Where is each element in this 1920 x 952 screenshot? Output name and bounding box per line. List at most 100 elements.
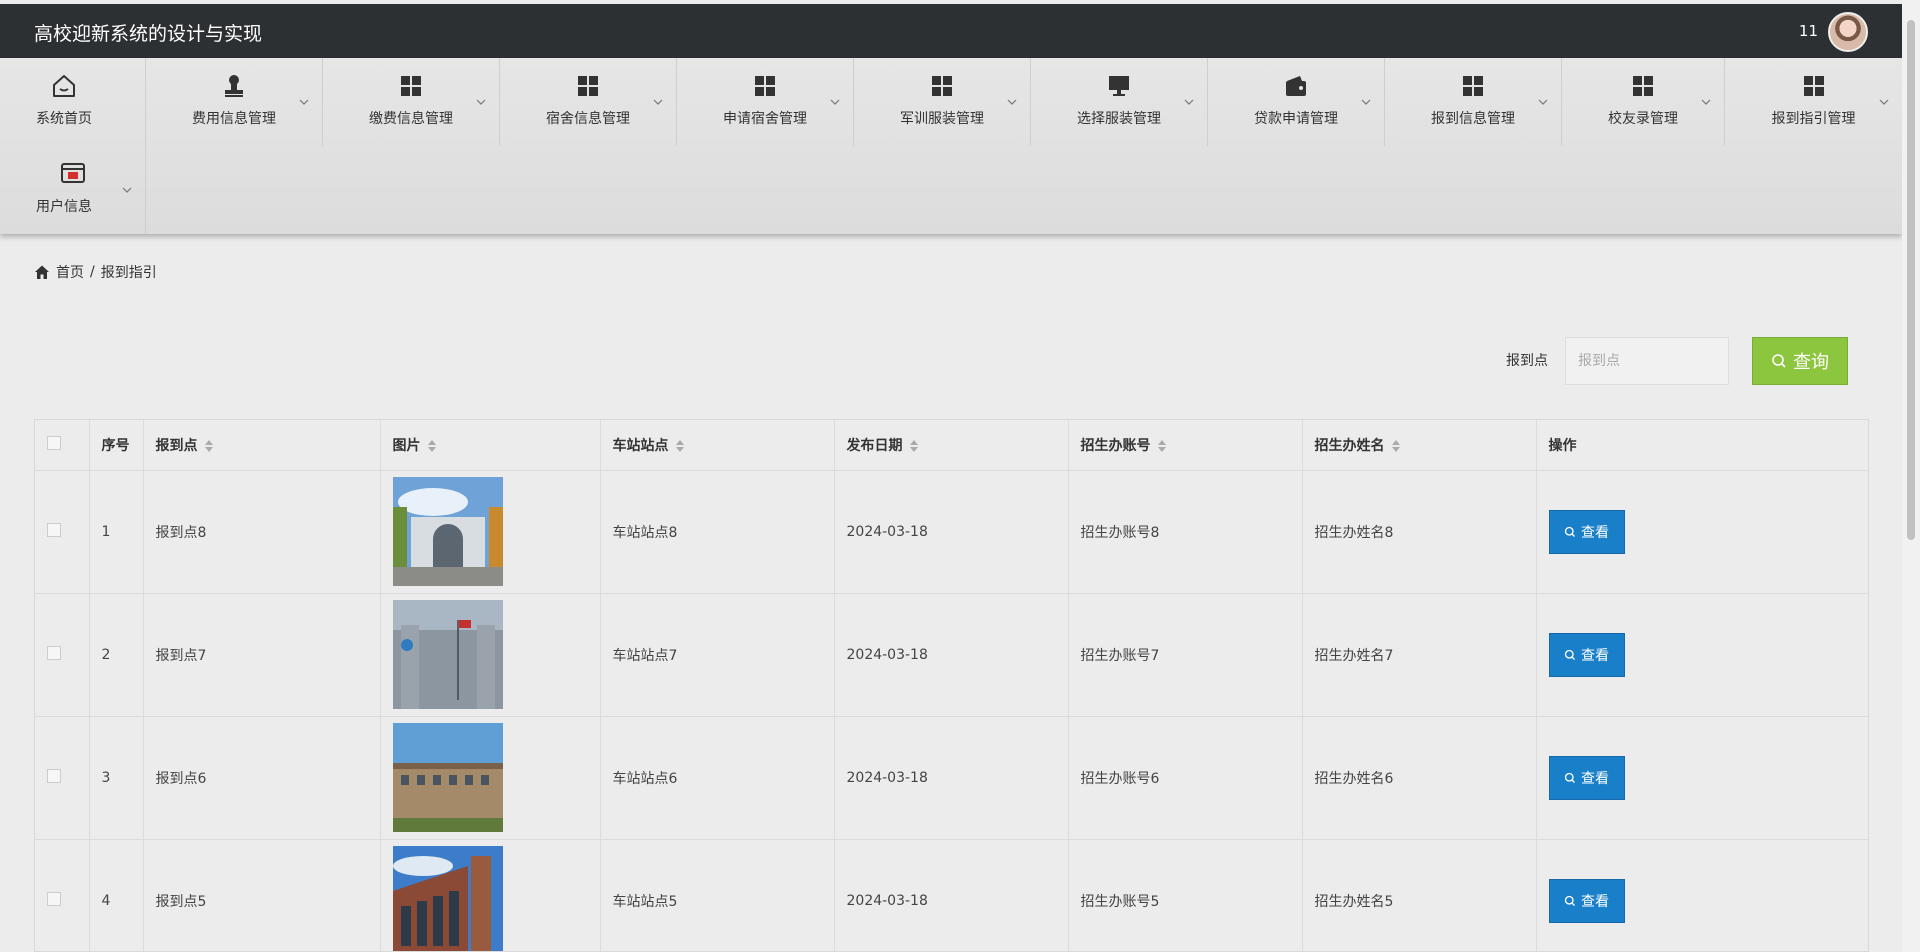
nav-item-checkin-info[interactable]: 报到信息管理 (1385, 58, 1561, 146)
breadcrumb-home[interactable]: 首页 (56, 262, 84, 282)
select-cell (35, 470, 90, 594)
nav-item-label: 宿舍信息管理 (546, 111, 630, 127)
sort-icon[interactable] (1157, 439, 1167, 453)
home-icon (35, 265, 49, 279)
search-button[interactable]: 查询 (1752, 337, 1848, 385)
row-checkbox[interactable] (47, 768, 61, 783)
app-title: 高校迎新系统的设计与实现 (34, 23, 263, 45)
table-cell: 招生办姓名8 (1302, 470, 1537, 594)
home-icon (53, 75, 75, 97)
table-cell: 1 (89, 470, 144, 594)
table-cell: 招生办账号6 (1068, 716, 1303, 840)
table-cell: 3 (89, 716, 144, 840)
column-header[interactable]: 发布日期 (834, 420, 1069, 471)
row-checkbox[interactable] (47, 891, 61, 906)
view-button[interactable]: 查看 (1548, 878, 1625, 923)
select-all-checkbox[interactable] (47, 435, 61, 450)
search-input[interactable] (1565, 337, 1729, 385)
select-cell (35, 593, 90, 717)
table-cell: 报到点7 (143, 593, 381, 717)
nav-item-payment-info[interactable]: 缴费信息管理 (323, 58, 499, 146)
chevron-down-icon (122, 187, 132, 193)
column-header[interactable]: 招生办账号 (1068, 420, 1303, 471)
campus-tower-photo[interactable] (392, 846, 503, 952)
sort-icon[interactable] (909, 439, 919, 453)
nav-item-checkin-guide[interactable]: 报到指引管理 (1725, 58, 1902, 146)
nav-item-label: 申请宿舍管理 (723, 111, 807, 127)
view-button[interactable]: 查看 (1548, 755, 1625, 800)
chevron-down-icon (299, 99, 309, 105)
column-header-label: 报到点 (155, 437, 198, 454)
column-header[interactable]: 图片 (380, 420, 601, 471)
search-icon (1564, 649, 1575, 660)
search-icon (1564, 895, 1575, 906)
grid-icon (401, 76, 421, 96)
chevron-down-icon (1361, 99, 1371, 105)
grid-icon (1803, 76, 1824, 96)
nav-item-fee-info[interactable]: 费用信息管理 (146, 58, 322, 146)
campus-gate-photo[interactable] (392, 477, 503, 586)
nav-item-uniform-choice[interactable]: 选择服装管理 (1031, 58, 1207, 146)
table-cell: 4 (89, 839, 144, 951)
grid-icon (1633, 76, 1653, 96)
scrollbar-thumb[interactable] (1907, 20, 1915, 540)
column-header[interactable]: 招生办姓名 (1302, 420, 1537, 471)
nav-item-label: 缴费信息管理 (369, 111, 453, 127)
row-checkbox[interactable] (47, 645, 61, 660)
sort-icon[interactable] (427, 439, 437, 453)
page-scrollbar[interactable] (1902, 0, 1920, 952)
table-row: 4 报到点5 车站站点5 2024-03-18 招生办账号5 招生办姓名5 查看 (35, 839, 1868, 952)
table-cell: 2024-03-18 (834, 716, 1069, 840)
image-cell (380, 593, 601, 717)
nav-item-loan[interactable]: 贷款申请管理 (1208, 58, 1384, 146)
row-checkbox[interactable] (47, 522, 61, 537)
nav-item-label: 选择服装管理 (1077, 111, 1161, 127)
table-cell: 2024-03-18 (834, 593, 1069, 717)
table-cell: 招生办账号8 (1068, 470, 1303, 594)
table-cell: 招生办账号7 (1068, 593, 1303, 717)
nav-item-home[interactable]: 系统首页 (0, 58, 128, 146)
campus-library-photo[interactable] (392, 723, 503, 832)
table-header-row: 序号 报到点 图片 车站站点 发布日期 招生办账号 招生办姓名 操作 (35, 420, 1868, 471)
breadcrumb-current: 报到指引 (100, 265, 157, 281)
view-button-label: 查看 (1581, 770, 1609, 787)
table-cell: 招生办姓名7 (1302, 593, 1537, 717)
grid-icon (578, 76, 598, 96)
action-cell: 查看 (1536, 470, 1868, 594)
stamp-icon (225, 75, 243, 97)
search-label: 报到点 (1506, 353, 1548, 369)
search-button-label: 查询 (1793, 352, 1829, 373)
nav-item-user-info[interactable]: 用户信息 (0, 146, 145, 234)
search-icon (1564, 526, 1575, 537)
avatar[interactable] (1828, 12, 1868, 52)
nav-item-dorm-info[interactable]: 宿舍信息管理 (500, 58, 676, 146)
username[interactable]: 11 (1799, 22, 1818, 40)
column-header: 操作 (1536, 420, 1868, 471)
nav-item-dorm-application[interactable]: 申请宿舍管理 (677, 58, 853, 146)
campus-building-photo[interactable] (392, 600, 503, 709)
chevron-down-icon (476, 99, 486, 105)
column-header[interactable]: 车站站点 (600, 420, 835, 471)
column-header-label: 招生办姓名 (1314, 437, 1385, 454)
column-header: 序号 (89, 420, 144, 471)
nav-item-uniform[interactable]: 军训服装管理 (854, 58, 1030, 146)
grid-icon (755, 76, 775, 96)
column-header[interactable]: 报到点 (143, 420, 381, 471)
nav-item-alumni[interactable]: 校友录管理 (1562, 58, 1724, 146)
view-button[interactable]: 查看 (1548, 509, 1625, 554)
breadcrumb: 首页 / 报到指引 (34, 262, 157, 282)
chevron-down-icon (653, 99, 663, 105)
wallet-icon (1286, 76, 1306, 96)
view-button-label: 查看 (1581, 893, 1609, 910)
grid-icon (1463, 76, 1483, 96)
main-nav: 系统首页 费用信息管理 缴费信息管理 宿舍信息管理 申请宿舍管理 军训服装管理 … (0, 58, 1902, 234)
window-icon (60, 163, 85, 183)
table-cell: 招生办账号5 (1068, 839, 1303, 951)
view-button-label: 查看 (1581, 524, 1609, 541)
view-button[interactable]: 查看 (1548, 632, 1625, 677)
sort-icon[interactable] (204, 439, 214, 453)
sort-icon[interactable] (675, 439, 685, 453)
sort-icon[interactable] (1391, 439, 1401, 453)
column-header-label: 车站站点 (612, 437, 669, 454)
select-cell (35, 716, 90, 840)
